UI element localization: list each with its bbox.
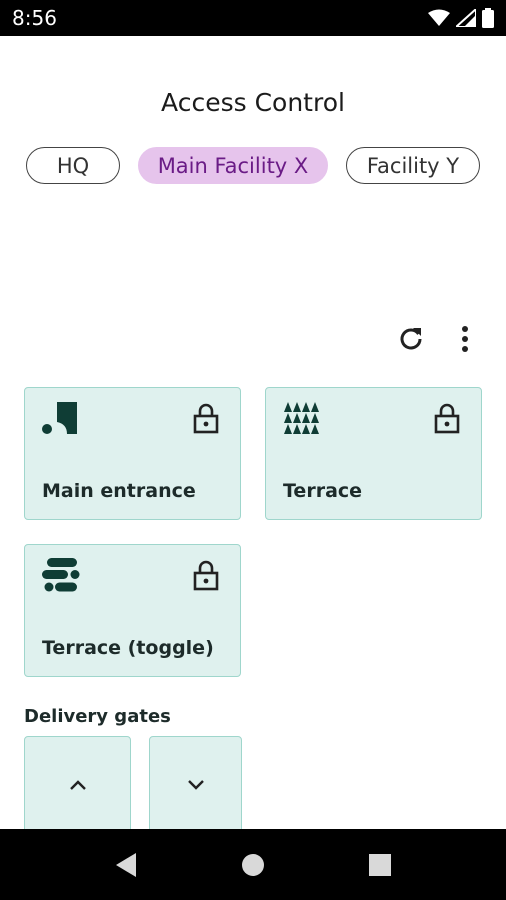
tab-main-facility-x[interactable]: Main Facility X — [138, 147, 328, 184]
home-button[interactable] — [239, 851, 267, 879]
door-label: Terrace — [283, 480, 363, 502]
door-label: Main entrance — [42, 480, 196, 502]
door-card-main-entrance[interactable]: Main entrance — [24, 387, 241, 520]
wifi-icon — [428, 9, 450, 26]
home-icon — [242, 854, 264, 876]
more-options-button[interactable] — [448, 322, 482, 356]
blobs-icon — [42, 558, 80, 592]
battery-icon — [482, 8, 494, 28]
refresh-icon — [400, 328, 422, 350]
refresh-button[interactable] — [394, 322, 428, 356]
status-bar: 8:56 — [0, 0, 506, 36]
lock-icon — [193, 403, 219, 434]
chevron-down-icon — [187, 780, 204, 790]
gate-up-button[interactable] — [24, 736, 131, 836]
chevron-up-icon — [69, 780, 86, 790]
tab-facility-y[interactable]: Facility Y — [346, 147, 480, 184]
status-time: 8:56 — [12, 6, 57, 30]
back-icon — [116, 853, 136, 877]
more-vert-icon — [462, 326, 468, 352]
door-card-terrace[interactable]: Terrace — [265, 387, 482, 520]
back-button[interactable] — [112, 851, 140, 879]
door-label: Terrace (toggle) — [42, 637, 214, 659]
lock-icon — [193, 560, 219, 591]
door-card-terrace-toggle[interactable]: Terrace (toggle) — [24, 544, 241, 677]
shape-logo-icon — [42, 402, 77, 434]
recents-button[interactable] — [366, 851, 394, 879]
gate-down-button[interactable] — [149, 736, 242, 836]
tab-hq[interactable]: HQ — [26, 147, 120, 184]
page-title: Access Control — [161, 88, 345, 117]
signal-icon — [456, 9, 476, 27]
delivery-gates-heading: Delivery gates — [24, 706, 171, 727]
triangles-icon — [284, 402, 319, 434]
status-icons — [428, 8, 494, 28]
recents-icon — [369, 854, 391, 876]
navigation-bar — [0, 829, 506, 900]
lock-icon — [434, 403, 460, 434]
